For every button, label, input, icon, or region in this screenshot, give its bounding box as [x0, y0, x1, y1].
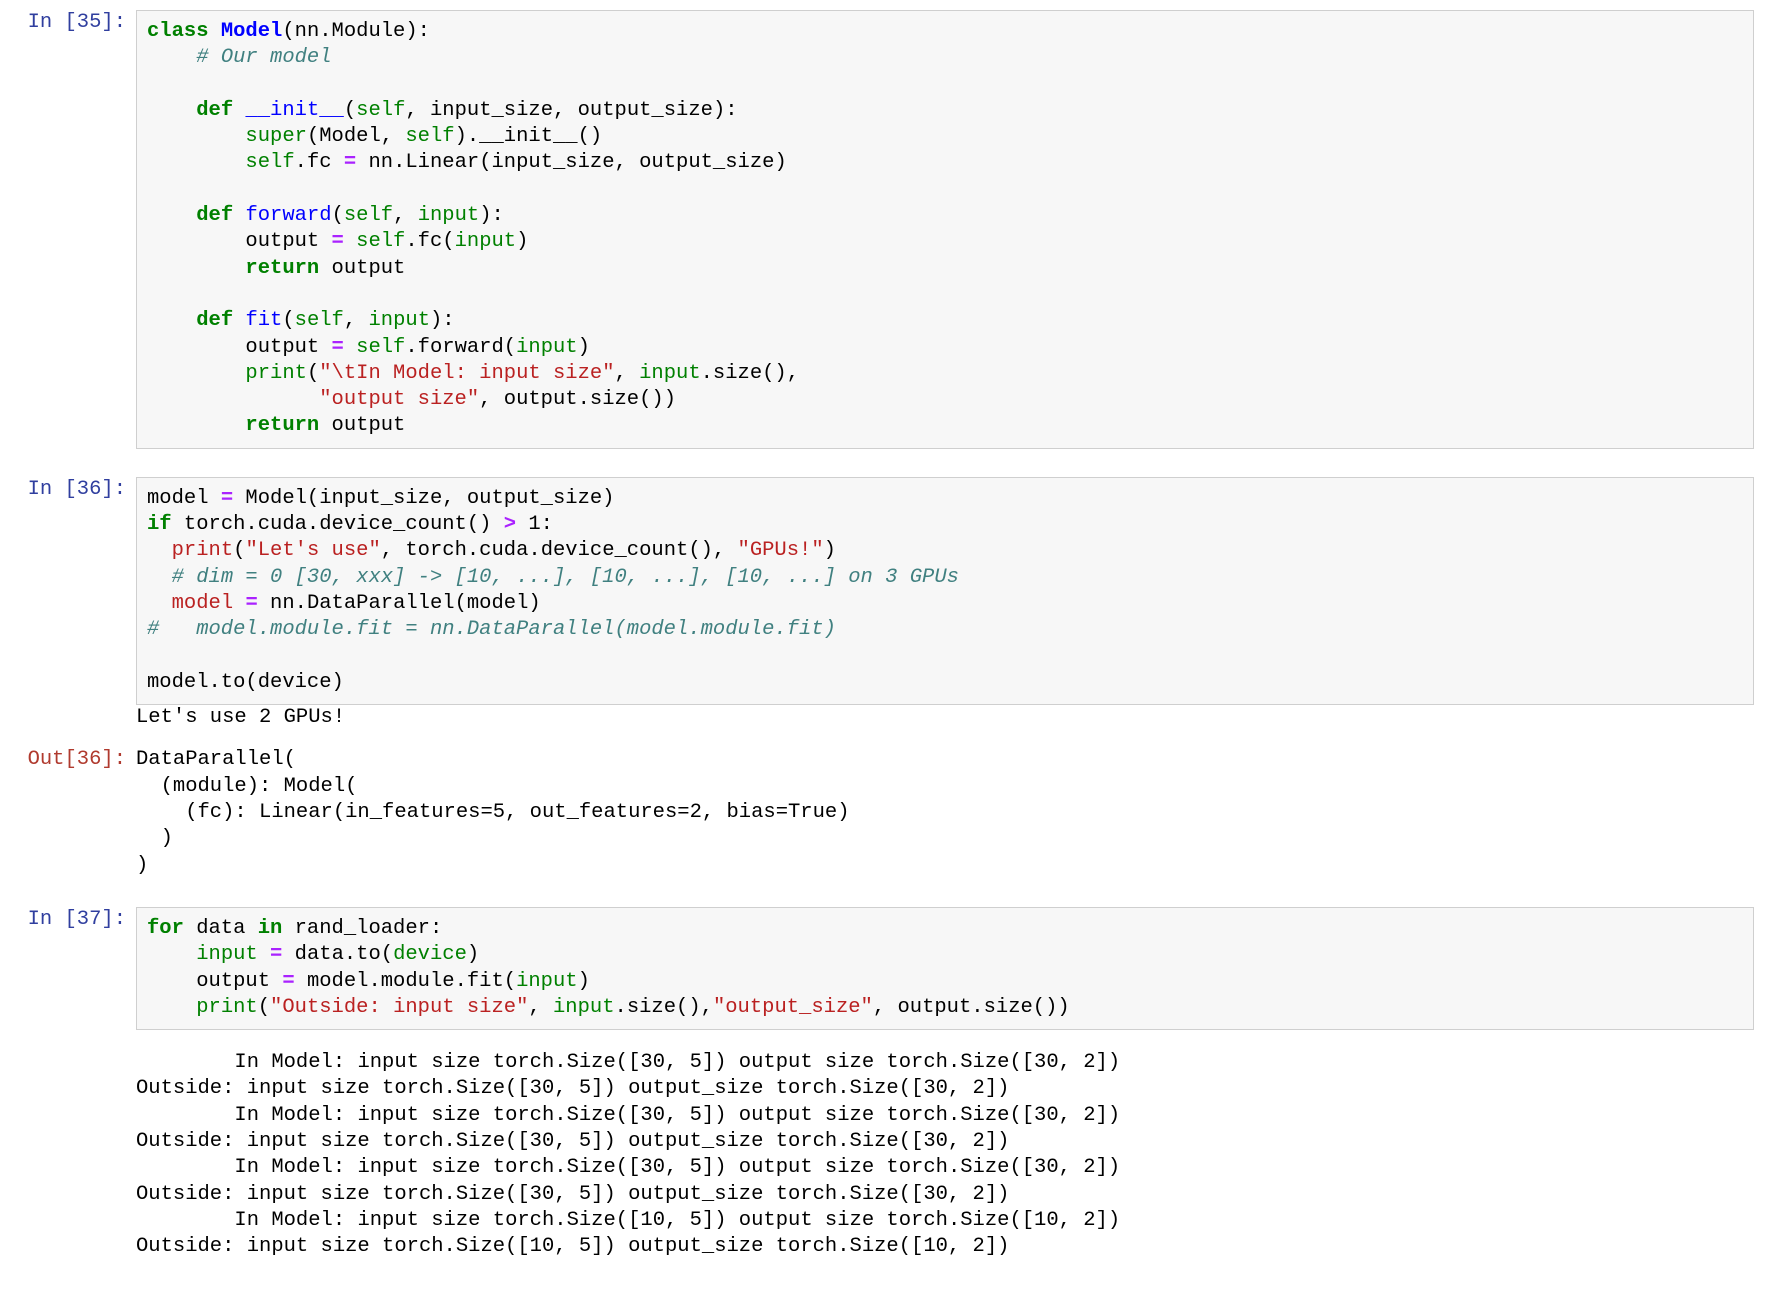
- input-prompt-35[interactable]: In [35]:: [0, 10, 136, 36]
- stream-output-body-37: In Model: input size torch.Size([30, 5])…: [136, 1050, 1754, 1260]
- cell-gap: [0, 879, 1776, 907]
- source-code-37[interactable]: for data in rand_loader: input = data.to…: [147, 916, 1753, 1021]
- cell-gap: [0, 449, 1776, 477]
- code-cell-36[interactable]: In [36]: model = Model(input_size, outpu…: [0, 477, 1776, 705]
- notebook-container: In [35]: class Model(nn.Module): # Our m…: [0, 0, 1776, 1260]
- output-gap: [0, 1030, 1776, 1050]
- stream-output-37: In Model: input size torch.Size([30, 5])…: [0, 1050, 1776, 1260]
- stream-output-text-37: In Model: input size torch.Size([30, 5])…: [136, 1050, 1754, 1260]
- output-prompt-36[interactable]: Out[36]:: [0, 747, 136, 773]
- result-output-body-36: DataParallel( (module): Model( (fc): Lin…: [136, 747, 1754, 878]
- code-cell-35[interactable]: In [35]: class Model(nn.Module): # Our m…: [0, 10, 1776, 449]
- code-editor-36[interactable]: model = Model(input_size, output_size) i…: [136, 477, 1754, 705]
- result-output-36: Out[36]: DataParallel( (module): Model( …: [0, 747, 1776, 878]
- source-code-35[interactable]: class Model(nn.Module): # Our model def …: [147, 19, 1753, 440]
- code-cell-37[interactable]: In [37]: for data in rand_loader: input …: [0, 907, 1776, 1030]
- result-output-text-36: DataParallel( (module): Model( (fc): Lin…: [136, 747, 1754, 878]
- input-prompt-37[interactable]: In [37]:: [0, 907, 136, 933]
- stream-output-text-36: Let's use 2 GPUs!: [136, 705, 1754, 731]
- stream-output-body-36: Let's use 2 GPUs!: [136, 705, 1754, 731]
- stream-output-36: Let's use 2 GPUs!: [0, 705, 1776, 731]
- output-gap: [0, 731, 1776, 747]
- input-prompt-36[interactable]: In [36]:: [0, 477, 136, 503]
- source-code-36[interactable]: model = Model(input_size, output_size) i…: [147, 486, 1753, 696]
- code-editor-37[interactable]: for data in rand_loader: input = data.to…: [136, 907, 1754, 1030]
- code-editor-35[interactable]: class Model(nn.Module): # Our model def …: [136, 10, 1754, 449]
